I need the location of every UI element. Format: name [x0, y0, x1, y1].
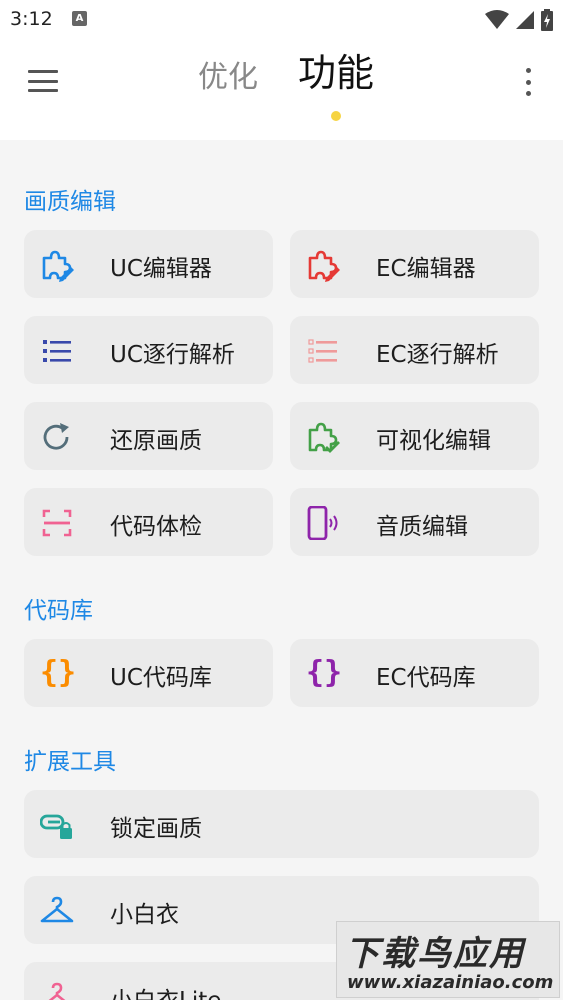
- lock-quality-card[interactable]: 锁定画质: [24, 790, 539, 858]
- tab-function[interactable]: 功能: [298, 42, 374, 97]
- braces-icon: {}: [306, 655, 343, 690]
- visual-edit-label: 可视化编辑: [376, 428, 491, 454]
- xiaobaiyi-label: 小白衣: [110, 902, 179, 928]
- more-dot-icon: [525, 79, 531, 85]
- menu-line-icon: [28, 89, 58, 92]
- top-panel: 3:12 A 优化 功能: [0, 0, 563, 140]
- ec-code-library-label: EC代码库: [376, 665, 476, 691]
- phone-sound-icon: [307, 506, 338, 540]
- uc-editor-card[interactable]: UC编辑器: [24, 230, 273, 298]
- notification-a-icon: A: [72, 11, 87, 26]
- section-title-extension-tools: 扩展工具: [24, 749, 116, 775]
- scan-icon: [42, 509, 72, 537]
- more-dot-icon: [525, 91, 531, 96]
- braces-icon: {}: [40, 655, 77, 690]
- site-watermark: 下载鸟应用 www.xiazainiao.com: [336, 921, 560, 998]
- ec-line-parse-label: EC逐行解析: [376, 342, 499, 368]
- uc-editor-label: UC编辑器: [110, 256, 212, 282]
- wifi-icon: [485, 10, 509, 29]
- restore-icon: [43, 423, 69, 450]
- ec-editor-card[interactable]: EC编辑器: [290, 230, 539, 298]
- list-icon: [308, 339, 337, 363]
- ec-code-library-card[interactable]: {} EC代码库: [290, 639, 539, 707]
- uc-line-parse-label: UC逐行解析: [110, 342, 235, 368]
- tab-optimize[interactable]: 优化: [198, 52, 258, 96]
- list-icon: [43, 340, 71, 362]
- visual-edit-card[interactable]: 可视化编辑: [290, 402, 539, 470]
- section-title-code-library: 代码库: [24, 598, 93, 624]
- restore-quality-card[interactable]: 还原画质: [24, 402, 273, 470]
- code-check-card[interactable]: 代码体检: [24, 488, 273, 556]
- menu-line-icon: [28, 79, 58, 83]
- uc-line-parse-card[interactable]: UC逐行解析: [24, 316, 273, 384]
- ec-editor-label: EC编辑器: [376, 256, 476, 282]
- sound-edit-card[interactable]: 音质编辑: [290, 488, 539, 556]
- hanger-icon: [40, 896, 74, 923]
- app-bar: 优化 功能: [0, 38, 563, 138]
- code-check-label: 代码体检: [110, 514, 202, 540]
- watermark-title: 下载鸟应用: [345, 934, 525, 974]
- sound-edit-label: 音质编辑: [376, 514, 468, 540]
- hanger-icon: [48, 982, 66, 1000]
- puzzle-edit-icon: [42, 250, 74, 282]
- restore-quality-label: 还原画质: [110, 428, 202, 454]
- section-title-quality: 画质编辑: [24, 189, 116, 215]
- puzzle-check-icon: [308, 422, 340, 453]
- menu-button[interactable]: [26, 68, 60, 94]
- lock-quality-label: 锁定画质: [110, 816, 202, 842]
- signal-icon: [516, 11, 534, 29]
- uc-code-library-card[interactable]: {} UC代码库: [24, 639, 273, 707]
- ec-line-parse-card[interactable]: EC逐行解析: [290, 316, 539, 384]
- status-time: 3:12: [10, 8, 53, 30]
- more-dot-icon: [525, 68, 531, 73]
- menu-line-icon: [28, 70, 58, 73]
- more-options-button[interactable]: [522, 68, 534, 96]
- uc-code-library-label: UC代码库: [110, 665, 212, 691]
- puzzle-edit-icon: [308, 250, 340, 282]
- link-lock-icon: [40, 814, 72, 839]
- active-tab-indicator: [331, 111, 341, 121]
- battery-icon: [541, 9, 553, 31]
- system-icons: [485, 9, 553, 31]
- xiaobaiyi-lite-label: 小白衣Lite: [110, 981, 221, 1000]
- status-bar: 3:12 A: [0, 0, 563, 38]
- watermark-url: www.xiazainiao.com: [347, 972, 554, 993]
